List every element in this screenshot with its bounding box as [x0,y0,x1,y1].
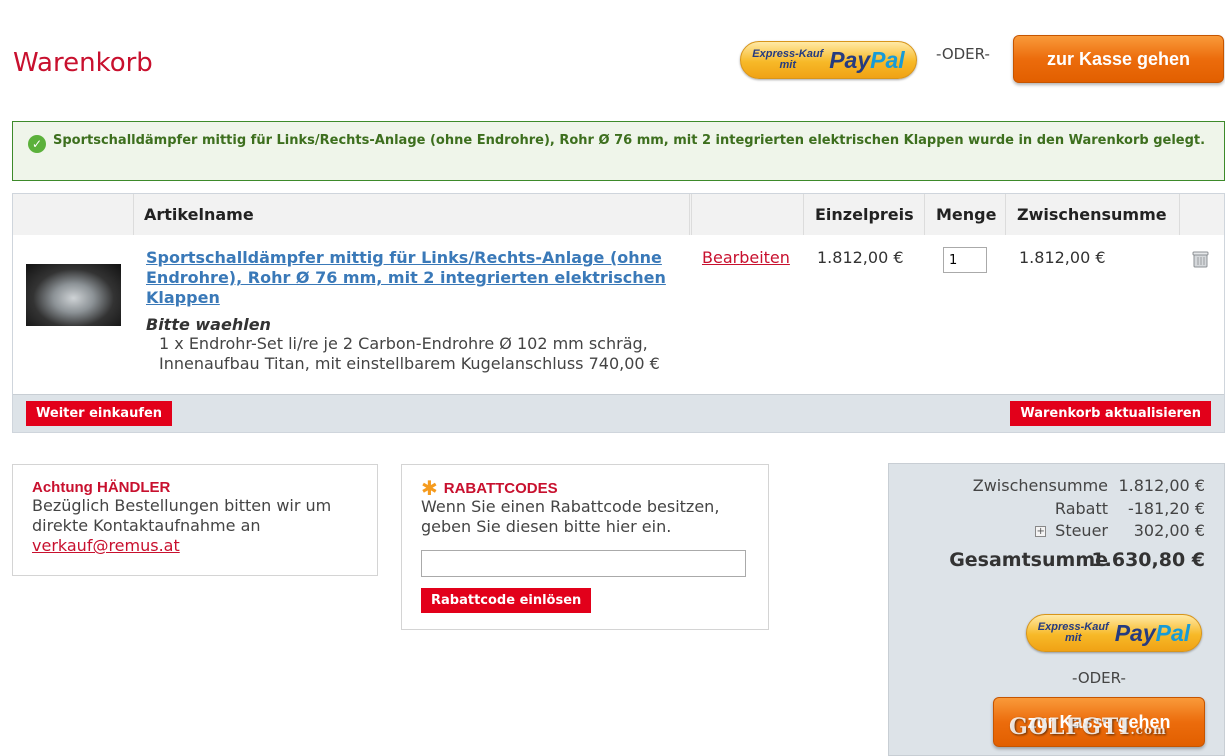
quantity-input[interactable] [943,247,987,273]
checkout-button[interactable]: zur Kasse gehen [1013,35,1224,83]
coupon-title: RABATTCODES [443,479,558,497]
success-message-text: Sportschalldämpfer mittig für Links/Rech… [53,133,1206,148]
success-check-icon: ✓ [28,135,46,153]
paypal-logo-pay: Pay [1114,619,1156,646]
paypal-express-caption: Express-Kauf mit [1038,622,1109,644]
edit-link[interactable]: Bearbeiten [702,248,790,267]
header-product-name: Artikelname [144,205,254,224]
or-separator-bottom: -ODER- [1072,669,1126,687]
totals-tax-label-text: Steuer [1055,521,1108,540]
paypal-express-button-bottom[interactable]: Express-Kauf mit PayPal [1026,614,1202,652]
watermark-main: GOLF [1009,714,1083,740]
dealer-email-link[interactable]: verkauf@remus.at [32,536,180,555]
dealer-title: Achtung HÄNDLER [32,479,171,496]
success-message: ✓ Sportschalldämpfer mittig für Links/Re… [12,121,1225,181]
option-title: Bitte waehlen [146,315,271,334]
paypal-logo: PayPal [1115,620,1190,647]
trash-icon[interactable] [1191,250,1211,268]
header-quantity: Menge [936,205,997,224]
continue-shopping-button[interactable]: Weiter einkaufen [26,401,173,426]
watermark-suffix: .com [1130,723,1167,737]
redeem-coupon-button[interactable]: Rabattcode einlösen [421,588,592,613]
watermark: GOLFGTI.com [1009,714,1167,740]
product-name-link[interactable]: Sportschalldämpfer mittig für Links/Rech… [146,248,682,308]
paypal-express-line2: mit [1065,632,1082,644]
watermark-mid: GTI [1082,714,1131,740]
totals-subtotal-value: 1.812,00 € [1118,476,1205,495]
row-subtotal: 1.812,00 € [1019,248,1106,267]
grand-total-label: Gesamtsumme [949,549,1108,571]
asterisk-icon: ✱ [421,476,438,500]
paypal-express-button[interactable]: Express-Kauf mit PayPal [740,41,917,79]
totals-tax-value: 302,00 € [1133,521,1205,540]
cart-actions: Weiter einkaufen Warenkorb aktualisieren [13,394,1224,432]
page-title: Warenkorb [13,48,153,78]
totals-discount-label: Rabatt [1054,499,1108,518]
coupon-text: Wenn Sie einen Rabattcode besitzen, gebe… [421,497,720,536]
header-subtotal: Zwischensumme [1017,205,1167,224]
table-row: Sportschalldämpfer mittig für Links/Rech… [13,235,1224,394]
or-separator: -ODER- [936,45,990,63]
update-cart-button[interactable]: Warenkorb aktualisieren [1010,401,1211,426]
coupon-code-input[interactable] [421,550,746,577]
totals-subtotal-label: Zwischensumme [972,476,1108,495]
coupon-header: ✱ RABATTCODES [421,476,749,500]
paypal-express-line2: mit [779,59,797,71]
option-value: 1 x Endrohr-Set li/re je 2 Carbon-Endroh… [159,334,660,373]
paypal-logo-pal: Pal [1155,619,1191,646]
cart-table: Artikelname Einzelpreis Menge Zwischensu… [12,193,1225,433]
header-unit-price: Einzelpreis [815,205,914,224]
product-image[interactable] [26,264,121,326]
dealer-text: Bezüglich Bestellungen bitten wir um dir… [32,496,332,535]
totals-discount-value: -181,20 € [1127,499,1205,518]
totals-tax-label: + Steuer [1035,521,1108,540]
paypal-logo: PayPal [829,47,904,74]
paypal-logo-pay: Pay [829,46,871,73]
grand-total-value: 1.630,80 € [1091,549,1205,571]
unit-price: 1.812,00 € [817,248,904,267]
paypal-logo-pal: Pal [870,46,905,73]
paypal-express-caption: Express-Kauf mit [752,49,823,71]
expand-plus-icon[interactable]: + [1035,526,1047,537]
coupon-box: ✱ RABATTCODES Wenn Sie einen Rabattcode … [401,464,769,630]
dealer-notice: Achtung HÄNDLER Bezüglich Bestellungen b… [12,464,378,576]
cart-table-header: Artikelname Einzelpreis Menge Zwischensu… [13,194,1224,235]
